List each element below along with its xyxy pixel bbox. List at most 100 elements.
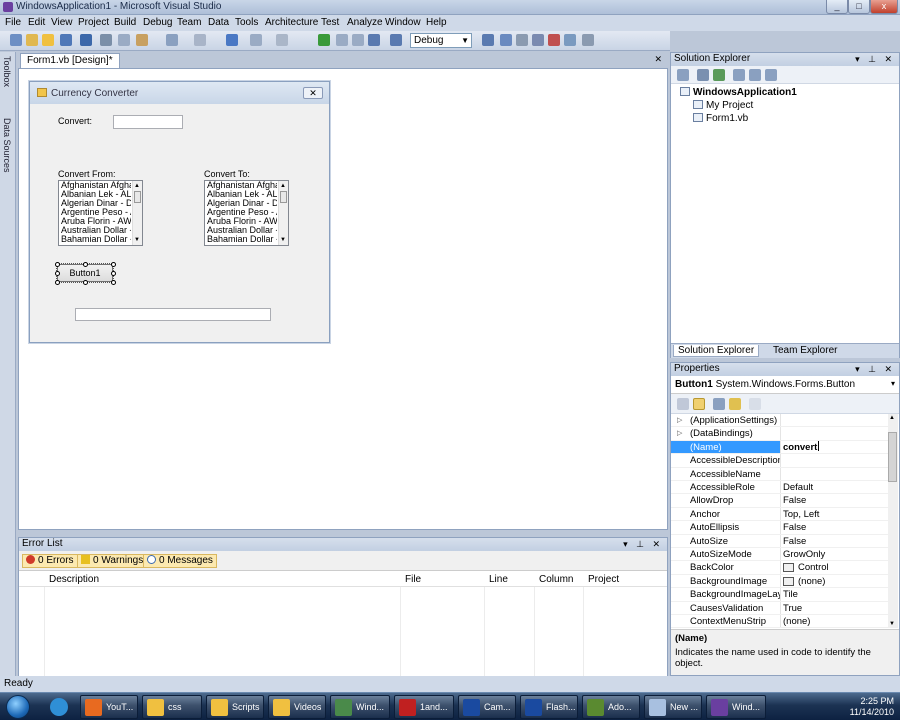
list-item[interactable]: Argentine Peso - AR: [205, 208, 277, 217]
scroll-thumb[interactable]: [134, 191, 141, 203]
property-value-cell[interactable]: Control: [782, 561, 887, 573]
amount-textbox[interactable]: [113, 115, 183, 129]
taskbar-button[interactable]: Scripts: [206, 695, 264, 719]
solution-explorer-icon[interactable]: [500, 34, 512, 46]
find-icon[interactable]: [166, 34, 178, 46]
show-all-files-icon[interactable]: [697, 69, 709, 81]
minimize-button[interactable]: _: [826, 0, 848, 14]
properties-window-icon[interactable]: [516, 34, 528, 46]
property-row[interactable]: AllowDrop False: [671, 494, 889, 508]
convert-from-listbox[interactable]: Afghanistan Afghani Albanian Lek - ALL A…: [58, 180, 143, 246]
cut-icon[interactable]: [100, 34, 112, 46]
property-row[interactable]: (Name) convert: [671, 440, 889, 455]
list-item[interactable]: Algerian Dinar - DZD: [59, 199, 131, 208]
open-icon[interactable]: [42, 34, 54, 46]
tab-solution-explorer[interactable]: Solution Explorer: [673, 345, 760, 357]
list-item[interactable]: Australian Dollar - AU: [205, 226, 277, 235]
property-name[interactable]: AutoSize: [671, 534, 781, 547]
taskbar-button[interactable]: Ado...: [582, 695, 640, 719]
taskbar-button[interactable]: Flash...: [520, 695, 578, 719]
property-name[interactable]: (ApplicationSettings): [671, 414, 781, 427]
resize-handle[interactable]: [55, 271, 60, 276]
property-row[interactable]: BackgroundImageLayoutTile: [671, 588, 889, 602]
property-value-cell[interactable]: [782, 454, 887, 466]
panel-pin-icon[interactable]: ▾ ⊥ ✕: [623, 538, 663, 550]
menu-debug[interactable]: Debug: [143, 17, 172, 28]
property-value-cell[interactable]: Tile: [782, 588, 887, 600]
property-value-cell[interactable]: False: [782, 521, 887, 533]
start-debugging-icon[interactable]: [318, 34, 330, 46]
internet-explorer-icon[interactable]: [50, 698, 68, 716]
property-row[interactable]: ContextMenuStrip (none): [671, 615, 889, 628]
menu-help[interactable]: Help: [426, 17, 447, 28]
property-pages-icon[interactable]: [749, 398, 761, 410]
property-name[interactable]: BackColor: [671, 561, 781, 574]
tree-my-project[interactable]: My Project: [693, 100, 753, 111]
property-row[interactable]: ▷ (ApplicationSettings): [671, 414, 889, 428]
alphabetical-icon[interactable]: [693, 398, 705, 410]
menu-analyze[interactable]: Analyze: [347, 17, 383, 28]
menu-build[interactable]: Build: [114, 17, 136, 28]
list-item[interactable]: Australian Dollar - AU: [59, 226, 131, 235]
find-in-files-icon[interactable]: [482, 34, 494, 46]
property-row[interactable]: BackColor Control: [671, 561, 889, 575]
resize-handle[interactable]: [111, 271, 116, 276]
taskbar-button[interactable]: css: [142, 695, 202, 719]
list-item[interactable]: Afghanistan Afghani: [59, 181, 131, 190]
properties-view-icon[interactable]: [713, 398, 725, 410]
property-name[interactable]: CausesValidation: [671, 601, 781, 614]
undo-icon[interactable]: [226, 34, 238, 46]
property-value-cell[interactable]: True: [782, 602, 887, 614]
panel-pin-icon[interactable]: ▾ ⊥ ✕: [855, 363, 895, 375]
tree-form1[interactable]: Form1.vb: [693, 113, 748, 124]
list-item[interactable]: Albanian Lek - ALL: [59, 190, 131, 199]
stop-icon[interactable]: [352, 34, 364, 46]
property-row[interactable]: AutoEllipsis False: [671, 521, 889, 535]
view-code-icon[interactable]: [733, 69, 745, 81]
resize-handle[interactable]: [55, 262, 60, 267]
menu-team[interactable]: Team: [177, 17, 201, 28]
property-name[interactable]: BackgroundImageLayout: [671, 588, 781, 601]
scroll-up-icon[interactable]: ▲: [134, 183, 140, 189]
property-name[interactable]: AllowDrop: [671, 494, 781, 507]
close-button[interactable]: x: [870, 0, 898, 14]
menu-edit[interactable]: Edit: [28, 17, 45, 28]
property-value-cell[interactable]: [782, 468, 887, 480]
menu-test[interactable]: Test: [321, 17, 339, 28]
taskbar-button[interactable]: Videos: [268, 695, 326, 719]
list-item[interactable]: Afghanistan Afghani: [205, 181, 277, 190]
scroll-down-icon[interactable]: ▼: [889, 621, 895, 627]
extension-manager-icon[interactable]: [582, 34, 594, 46]
column-project[interactable]: Project: [588, 574, 619, 585]
property-value-cell[interactable]: False: [782, 494, 887, 506]
list-item[interactable]: Algerian Dinar - DZD: [205, 199, 277, 208]
toolbox-tab[interactable]: Toolbox: [2, 56, 12, 87]
panel-pin-icon[interactable]: ▾ ⊥ ✕: [855, 53, 895, 65]
property-row[interactable]: BackgroundImage (none): [671, 574, 889, 589]
view-designer-icon[interactable]: [749, 69, 761, 81]
save-all-icon[interactable]: [80, 34, 92, 46]
scroll-up-icon[interactable]: ▲: [889, 415, 895, 421]
class-diagram-icon[interactable]: [765, 69, 777, 81]
resize-handle[interactable]: [111, 262, 116, 267]
property-value-cell[interactable]: False: [782, 535, 887, 547]
property-row[interactable]: AccessibleDescription: [671, 454, 889, 468]
property-row[interactable]: AutoSize False: [671, 534, 889, 548]
list-scrollbar[interactable]: ▲ ▼: [132, 181, 142, 245]
menu-architecture[interactable]: Architecture: [265, 17, 318, 28]
pause-icon[interactable]: [336, 34, 348, 46]
copy-icon[interactable]: [118, 34, 130, 46]
taskbar-button[interactable]: Cam...: [458, 695, 516, 719]
paste-icon[interactable]: [136, 34, 148, 46]
clock-time[interactable]: 2:25 PM: [800, 696, 894, 707]
convert-from-label[interactable]: Convert From:: [58, 169, 116, 179]
properties-icon[interactable]: [677, 69, 689, 81]
property-name[interactable]: (DataBindings): [671, 427, 781, 440]
currency-converter-form[interactable]: Currency Converter ✕ Convert: Convert Fr…: [29, 81, 330, 343]
column-file[interactable]: File: [405, 574, 421, 585]
taskbar-button[interactable]: YouT...: [80, 695, 138, 719]
navigate-backward-icon[interactable]: [276, 34, 288, 46]
list-item[interactable]: Bahamian Dollar - BS: [59, 235, 131, 244]
column-description[interactable]: Description: [49, 574, 99, 585]
events-icon[interactable]: [729, 398, 741, 410]
